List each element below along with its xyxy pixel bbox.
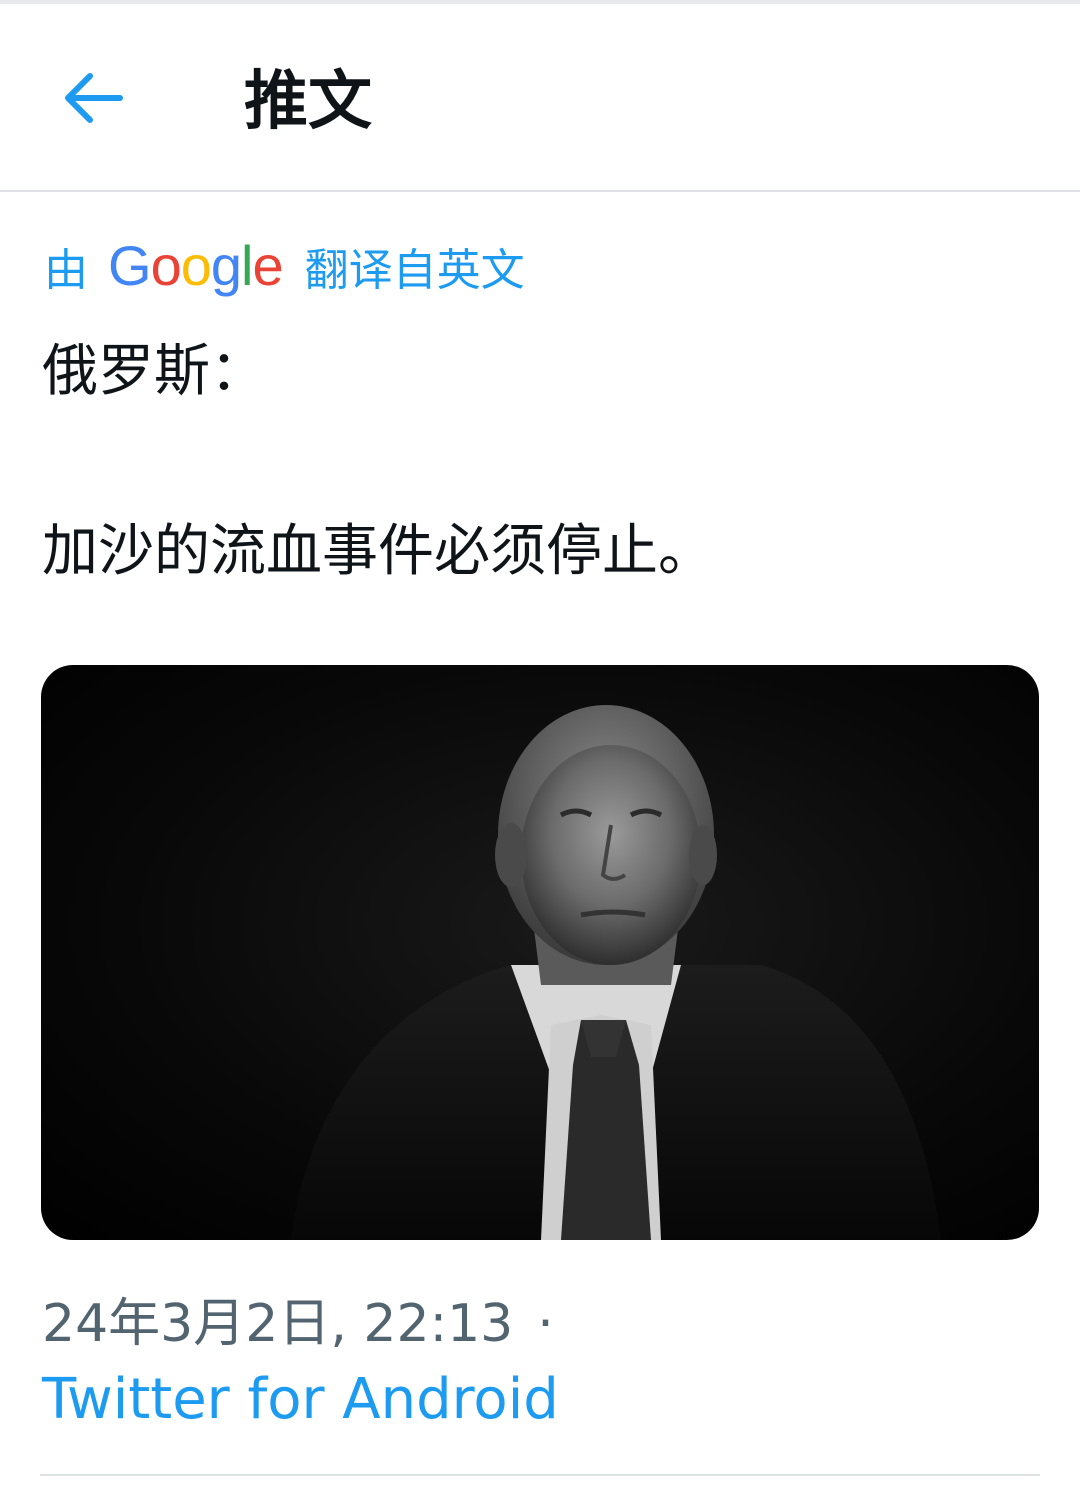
header-bar: 推文: [0, 4, 1080, 190]
page-title: 推文: [244, 65, 372, 139]
back-button[interactable]: [56, 60, 132, 136]
timestamp-text: 24年3月2日, 22:13: [42, 1294, 514, 1354]
google-logo: Google: [108, 234, 284, 297]
tweet-text-line-2: 加沙的流血事件必须停止。: [42, 519, 714, 584]
tweet-text-line-1: 俄罗斯：: [42, 339, 266, 404]
tweet-image[interactable]: [41, 665, 1039, 1240]
arrow-left-icon: [65, 73, 123, 123]
meta-separator: ·: [537, 1294, 554, 1354]
tweet-detail-page: 推文 由 Google 翻译自英文 俄罗斯： 加沙的流血事件必须停止。 24年3…: [0, 0, 1080, 1487]
translation-notice[interactable]: 由 Google 翻译自英文: [44, 234, 525, 298]
translation-suffix: 翻译自英文: [304, 245, 525, 296]
tweet-timestamp: 24年3月2日, 22:13 ·: [42, 1290, 554, 1358]
portrait-illustration: [291, 705, 941, 1240]
bottom-divider: [40, 1474, 1040, 1476]
translation-prefix: 由: [44, 245, 88, 296]
tweet-source-link[interactable]: Twitter for Android: [42, 1366, 559, 1434]
header-divider: [0, 190, 1080, 192]
